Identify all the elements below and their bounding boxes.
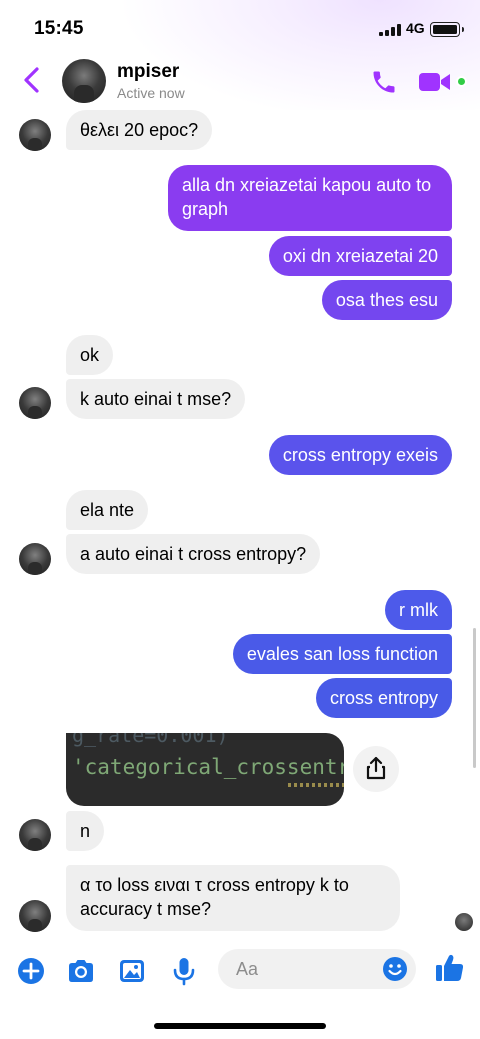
battery-icon <box>430 22 464 37</box>
contact-name[interactable]: mpiser <box>117 61 179 83</box>
code-screenshot-line: g_rate=0.001) <box>72 733 229 747</box>
sender-avatar[interactable] <box>19 119 51 151</box>
message-incoming[interactable]: ela nte <box>66 490 149 530</box>
plus-circle-icon[interactable] <box>16 956 46 986</box>
contact-avatar[interactable] <box>62 59 106 103</box>
home-indicator <box>154 1023 326 1029</box>
code-underline <box>288 783 344 787</box>
thumbs-up-icon[interactable] <box>434 952 466 984</box>
microphone-icon[interactable] <box>169 956 199 986</box>
sender-avatar[interactable] <box>19 900 51 932</box>
signal-icon <box>379 24 401 36</box>
message-outgoing[interactable]: oxi dn xreiazetai 20 <box>268 236 452 276</box>
message-incoming[interactable]: n <box>66 811 105 851</box>
online-indicator <box>456 76 467 87</box>
message-outgoing[interactable]: cross entropy exeis <box>268 435 452 475</box>
status-bar: 15:45 4G <box>0 0 480 56</box>
smiley-icon[interactable] <box>382 956 408 982</box>
composer-bar <box>0 944 480 996</box>
message-outgoing[interactable]: evales san loss function <box>232 634 452 674</box>
contact-status: Active now <box>117 85 185 101</box>
message-outgoing[interactable]: r mlk <box>385 590 452 630</box>
message-incoming[interactable]: α το loss ειναι τ cross entropy k to acc… <box>66 865 400 931</box>
sender-avatar[interactable] <box>19 543 51 575</box>
message-incoming[interactable]: k auto einai t mse? <box>66 379 246 419</box>
camera-icon[interactable] <box>66 956 96 986</box>
chevron-left-icon[interactable] <box>20 66 44 94</box>
message-incoming[interactable]: a auto einai t cross entropy? <box>66 534 321 574</box>
sender-avatar[interactable] <box>19 819 51 851</box>
phone-icon[interactable] <box>370 68 398 96</box>
message-outgoing[interactable]: cross entropy <box>315 678 452 718</box>
share-button[interactable] <box>353 746 399 792</box>
sender-avatar[interactable] <box>19 387 51 419</box>
chat-header: mpiser Active now <box>0 56 480 106</box>
network-type: 4G <box>406 20 425 36</box>
code-screenshot-line: 'categorical_crossentr <box>72 755 344 779</box>
status-time: 15:45 <box>34 18 84 39</box>
video-camera-icon[interactable] <box>418 70 454 94</box>
message-incoming[interactable]: ok <box>66 335 114 375</box>
image-attachment[interactable]: g_rate=0.001) 'categorical_crossentr <box>66 733 344 806</box>
image-icon[interactable] <box>117 956 147 986</box>
message-outgoing[interactable]: osa thes esu <box>321 280 452 320</box>
message-outgoing[interactable]: alla dn xreiazetai kapou auto to graph <box>168 165 452 231</box>
message-incoming[interactable]: θελει 20 epoc? <box>66 110 213 150</box>
share-icon <box>366 756 386 780</box>
read-receipt-avatar <box>455 913 473 931</box>
scrollbar[interactable] <box>473 628 476 768</box>
